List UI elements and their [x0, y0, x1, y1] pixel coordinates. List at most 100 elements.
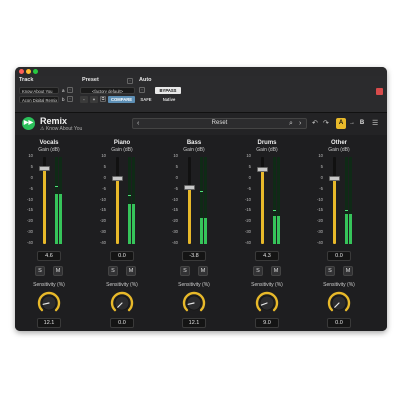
meter-fill — [273, 216, 276, 244]
meter-fill — [345, 214, 348, 244]
scale-tick-label: -30 — [99, 229, 106, 235]
track-slot-letter: a — [62, 88, 65, 93]
meter-peak — [273, 209, 276, 211]
sensitivity-knob[interactable] — [182, 291, 206, 315]
preset-bar[interactable]: ‹ Reset ⌕ › — [132, 118, 307, 129]
preset-plus-button[interactable]: + — [90, 96, 98, 103]
meter-fill — [204, 217, 207, 244]
track-toggle-icon[interactable]: ◦ — [67, 87, 73, 93]
scale-tick-label: -30 — [26, 229, 33, 235]
undo-icon[interactable]: ↶ — [312, 119, 318, 128]
menu-icon[interactable]: ☰ — [372, 119, 378, 128]
level-meter-right — [132, 157, 135, 244]
meter-peak — [55, 185, 58, 187]
minimize-window-button[interactable] — [26, 69, 31, 74]
channel-name: Bass — [186, 140, 202, 146]
gain-value-field[interactable]: 4.3 — [255, 251, 279, 261]
copy-icon[interactable]: ⧉ — [100, 96, 106, 102]
mute-button[interactable]: M — [126, 266, 136, 276]
preset-settings-icon[interactable]: ◦ — [127, 78, 133, 84]
scale-tick-label: -10 — [171, 196, 178, 202]
mute-button[interactable]: M — [271, 266, 281, 276]
preset-select[interactable]: <factory default> — [80, 87, 135, 94]
redo-icon[interactable]: ↷ — [323, 119, 329, 128]
remix-plugin: ▶▶ Remix ⚠ Know About You ‹ Reset ⌕ › ↶ … — [15, 113, 387, 331]
sensitivity-label: Sensitivity (%) — [178, 282, 210, 288]
ab-slot-b-button[interactable]: B — [357, 118, 367, 129]
sensitivity-value-field[interactable]: 9.0 — [255, 318, 279, 328]
sensitivity-value-field[interactable]: 0.0 — [110, 318, 134, 328]
bypass-button[interactable]: BYPASS — [155, 87, 181, 94]
gain-fader-thumb[interactable] — [39, 166, 50, 172]
scale-tick-label: 5 — [103, 163, 106, 169]
scale-tick-label: -40 — [316, 240, 323, 245]
sensitivity-knob[interactable] — [37, 291, 61, 315]
insert-select[interactable]: Acon Digital Remix — [19, 96, 59, 103]
close-window-button[interactable] — [19, 69, 24, 74]
gain-fader-fill — [43, 168, 46, 244]
scale-tick-label: -15 — [171, 207, 178, 213]
mute-button[interactable]: M — [343, 266, 353, 276]
channel-drums: Drums Gain (dB) 10 5 0 -5 -10 -15 -20 -30 -40 4.3 S M… — [237, 135, 297, 328]
ab-slot-a-button[interactable]: A — [336, 118, 346, 129]
solo-button[interactable]: S — [253, 266, 263, 276]
gain-fader-thumb[interactable] — [112, 176, 123, 182]
gain-value-field[interactable]: 0.0 — [110, 251, 134, 261]
insert-toggle-icon[interactable]: ◦ — [67, 96, 73, 102]
track-select[interactable]: Know About You — [19, 87, 59, 94]
scale-tick-label: -30 — [316, 229, 323, 235]
gain-scale: 10 5 0 -5 -10 -15 -20 -30 -40 — [241, 153, 255, 245]
plugin-subtitle: ⚠ Know About You — [40, 126, 83, 132]
gain-value-field[interactable]: 0.0 — [327, 251, 351, 261]
solo-button[interactable]: S — [325, 266, 335, 276]
gain-value-field[interactable]: 4.6 — [37, 251, 61, 261]
scale-tick-label: -20 — [26, 218, 33, 224]
meter-peak — [200, 190, 203, 192]
mute-button[interactable]: M — [198, 266, 208, 276]
preset-minus-button[interactable]: - — [80, 96, 88, 103]
level-meter-left — [200, 157, 203, 244]
gain-fader-thumb[interactable] — [329, 176, 340, 182]
scale-tick-label: 10 — [173, 153, 178, 158]
sensitivity-value-field[interactable]: 0.0 — [327, 318, 351, 328]
auto-toggle-icon[interactable]: ◦ — [139, 87, 145, 93]
safe-button[interactable]: SAFE — [139, 96, 153, 103]
scale-tick-label: -20 — [244, 218, 251, 224]
compare-button[interactable]: COMPARE — [108, 96, 135, 103]
gain-value-field[interactable]: -3.8 — [182, 251, 206, 261]
scale-tick-label: -30 — [244, 229, 251, 235]
sensitivity-label: Sensitivity (%) — [33, 282, 65, 288]
sensitivity-knob[interactable] — [110, 291, 134, 315]
plugin-title: Remix — [40, 116, 68, 126]
preset-next-icon[interactable]: › — [299, 119, 301, 128]
scale-tick-label: -15 — [99, 207, 106, 213]
gain-fader-thumb[interactable] — [257, 166, 268, 172]
gain-fader-thumb[interactable] — [184, 184, 195, 190]
sensitivity-knob[interactable] — [255, 291, 279, 315]
insert-slot-letter: b — [62, 97, 65, 102]
scale-tick-label: 10 — [28, 153, 33, 158]
level-meter-right — [204, 157, 207, 244]
search-icon[interactable]: ⌕ — [289, 119, 293, 128]
ab-copy-arrow-button[interactable]: → — [347, 118, 357, 129]
sensitivity-value-field[interactable]: 12.1 — [37, 318, 61, 328]
mute-button[interactable]: M — [53, 266, 63, 276]
solo-button[interactable]: S — [35, 266, 45, 276]
zoom-window-button[interactable] — [33, 69, 38, 74]
solo-button[interactable]: S — [180, 266, 190, 276]
gain-fader-fill — [333, 178, 336, 244]
solo-button[interactable]: S — [108, 266, 118, 276]
track-record-icon[interactable] — [376, 88, 383, 95]
channel-name: Piano — [113, 140, 131, 146]
sensitivity-knob[interactable] — [327, 291, 351, 315]
meter-fill — [132, 203, 135, 244]
level-meter-left — [55, 157, 58, 244]
auto-label: Auto — [139, 77, 152, 83]
gain-scale: 10 5 0 -5 -10 -15 -20 -30 -40 — [313, 153, 327, 245]
scale-tick-label: -20 — [316, 218, 323, 224]
scale-tick-label: -20 — [99, 218, 106, 224]
scale-tick-label: -20 — [171, 218, 178, 224]
scale-tick-label: 5 — [320, 163, 323, 169]
sensitivity-value-field[interactable]: 12.1 — [182, 318, 206, 328]
channel-name: Vocals — [39, 140, 59, 146]
